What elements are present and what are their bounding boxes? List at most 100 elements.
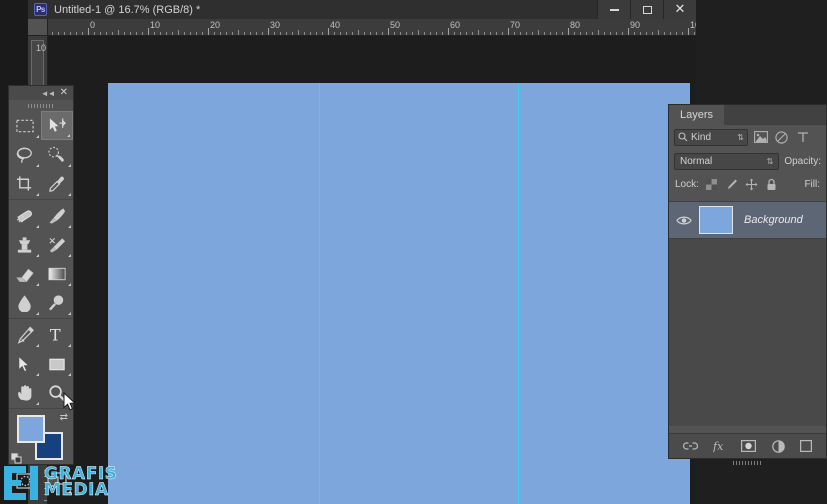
- lock-transparency-icon[interactable]: [705, 177, 719, 191]
- tab-layers[interactable]: Layers: [669, 105, 725, 125]
- ruler-tick-minor: [316, 32, 317, 35]
- ruler-tick-minor: [556, 32, 557, 35]
- blend-mode-row: Normal ⇅ Opacity:: [669, 149, 826, 173]
- panel-resize-grip[interactable]: [732, 461, 763, 465]
- layer-visibility-toggle[interactable]: [669, 215, 699, 226]
- document-canvas[interactable]: [108, 83, 690, 504]
- type-tool[interactable]: T: [41, 320, 73, 349]
- ruler-corner[interactable]: [28, 19, 48, 36]
- tool-flyout-icon: [36, 373, 39, 376]
- foreground-color-swatch[interactable]: [17, 415, 45, 443]
- eye-icon: [676, 216, 692, 224]
- gradient-tool[interactable]: [41, 259, 73, 288]
- quick-selection-tool-icon: [47, 146, 64, 162]
- layers-panel: Layers Kind ⇅ Normal ⇅ Opacity: Lock: Fi…: [668, 104, 827, 465]
- ruler-tick-minor: [400, 32, 401, 35]
- link-layers-icon[interactable]: [682, 441, 698, 451]
- layer-mask-icon[interactable]: [741, 440, 757, 452]
- path-selection-tool[interactable]: [9, 349, 41, 378]
- ruler-tick-minor: [472, 32, 473, 35]
- crop-tool[interactable]: [9, 169, 41, 198]
- horizontal-ruler[interactable]: 0 10 20 30 40 50 60 70 80 90 100: [48, 19, 696, 36]
- canvas-guide[interactable]: [319, 83, 320, 504]
- lock-position-icon[interactable]: [745, 177, 759, 191]
- default-colors-icon[interactable]: [10, 451, 22, 464]
- ruler-tick-minor: [586, 32, 587, 35]
- new-layer-icon[interactable]: [800, 440, 813, 452]
- ruler-tick-minor: [250, 32, 251, 35]
- ruler-tick-minor: [616, 32, 617, 35]
- tools-panel-header[interactable]: ◄◄ ✕: [9, 86, 73, 100]
- minimize-button[interactable]: [597, 0, 630, 19]
- filter-kind-label: Kind: [691, 131, 712, 143]
- vertical-ruler-origin-box: 10: [31, 40, 46, 86]
- clone-stamp-tool-icon: [17, 236, 31, 253]
- hand-tool[interactable]: [9, 378, 41, 407]
- close-button[interactable]: ✕: [663, 0, 696, 19]
- layer-row[interactable]: Background: [669, 201, 826, 239]
- brush-tool[interactable]: [41, 201, 73, 230]
- canvas-guide[interactable]: [518, 83, 519, 504]
- ruler-tick-minor: [370, 32, 371, 35]
- ruler-tick-minor: [394, 32, 395, 35]
- tool-flyout-icon: [68, 344, 71, 347]
- blur-tool[interactable]: [9, 288, 41, 317]
- ruler-tick-minor: [256, 32, 257, 35]
- hand-tool-icon: [17, 384, 31, 401]
- ruler-tick-minor: [604, 32, 605, 35]
- pen-tool[interactable]: [9, 320, 41, 349]
- ruler-label: 50: [390, 20, 401, 30]
- lock-image-pixels-icon[interactable]: [725, 177, 739, 191]
- eyedropper-tool[interactable]: [41, 169, 73, 198]
- brush-tool-icon: [48, 207, 65, 224]
- layer-list[interactable]: Background: [669, 201, 826, 426]
- application-window: Ps Untitled-1 @ 16.7% (RGB/8) * ✕ 0 10 20 3…: [28, 0, 696, 504]
- healing-brush-tool[interactable]: [9, 201, 41, 230]
- image-filter-icon[interactable]: [752, 129, 769, 146]
- blend-mode-select[interactable]: Normal ⇅: [674, 152, 780, 170]
- rectangle-tool[interactable]: [41, 349, 73, 378]
- eraser-tool[interactable]: [9, 259, 41, 288]
- lasso-tool[interactable]: [9, 140, 41, 169]
- filter-kind-select[interactable]: Kind ⇅: [674, 128, 748, 146]
- tools-panel-grip[interactable]: [9, 100, 73, 111]
- lock-all-icon[interactable]: [765, 177, 779, 191]
- ruler-tick-minor: [340, 32, 341, 35]
- close-panel-icon[interactable]: ✕: [60, 88, 68, 98]
- ruler-tick-minor: [544, 32, 545, 35]
- canvas-area[interactable]: [48, 36, 696, 504]
- ruler-tick-minor: [694, 32, 695, 35]
- ruler-tick-minor: [634, 32, 635, 35]
- ruler-tick-minor: [526, 32, 527, 35]
- tool-flyout-icon: [68, 254, 71, 257]
- tool-flyout-icon: [68, 373, 71, 376]
- ruler-tick-minor: [682, 32, 683, 35]
- layer-thumbnail[interactable]: [699, 206, 733, 234]
- collapse-panel-icon[interactable]: ◄◄: [41, 89, 56, 98]
- lock-row: Lock: Fill:: [669, 173, 826, 195]
- ruler-label: 40: [330, 20, 341, 30]
- clone-stamp-tool[interactable]: [9, 230, 41, 259]
- dodge-tool[interactable]: [41, 288, 73, 317]
- photoshop-logo-icon: Ps: [34, 3, 47, 16]
- ruler-tick-minor: [664, 32, 665, 35]
- move-tool[interactable]: [41, 111, 73, 140]
- marquee-tool[interactable]: [9, 111, 41, 140]
- ruler-tick-minor: [52, 32, 53, 35]
- maximize-button[interactable]: [630, 0, 663, 19]
- adjustment-filter-icon[interactable]: [773, 129, 790, 146]
- ruler-tick-minor: [478, 30, 479, 35]
- layer-filter-row: Kind ⇅: [669, 125, 826, 149]
- ruler-tick-minor: [454, 32, 455, 35]
- layer-name: Background: [744, 214, 803, 226]
- ruler-tick-minor: [232, 32, 233, 35]
- ruler-tick-minor: [334, 32, 335, 35]
- quick-selection-tool[interactable]: [41, 140, 73, 169]
- history-brush-tool-icon: [48, 237, 65, 253]
- adjustment-layer-icon[interactable]: [772, 439, 785, 453]
- tool-grid: T: [9, 111, 73, 407]
- layer-style-fx-icon[interactable]: fx: [713, 440, 726, 453]
- history-brush-tool[interactable]: [41, 230, 73, 259]
- type-filter-icon[interactable]: [794, 129, 811, 146]
- ruler-tick-minor: [94, 32, 95, 35]
